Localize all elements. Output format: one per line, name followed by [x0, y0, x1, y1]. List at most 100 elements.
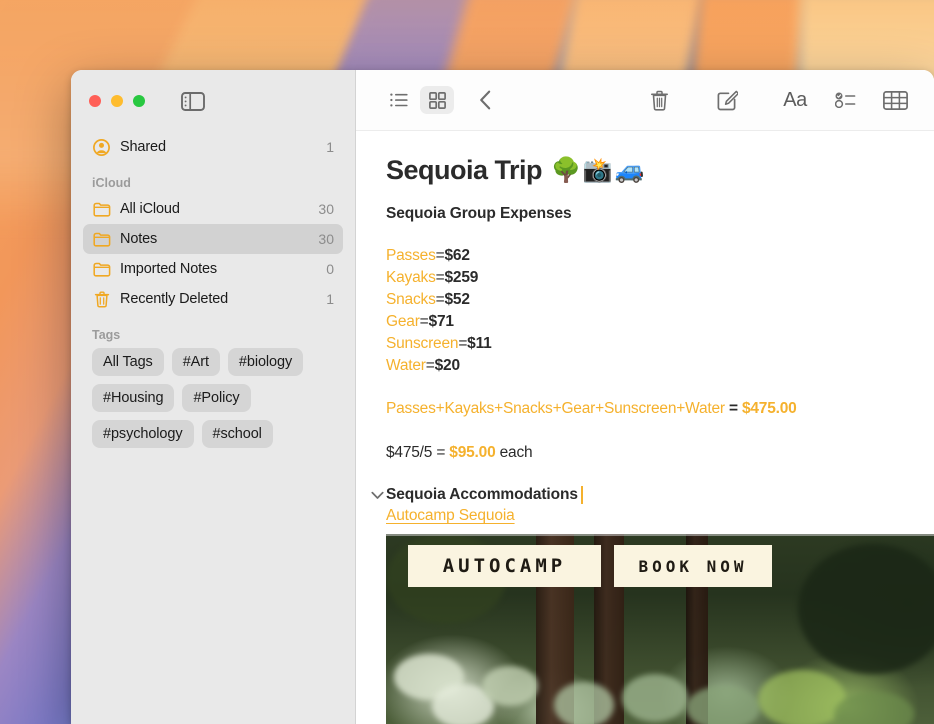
note-content-pane: Aa Sequoia Trip 🌳📸🚙 Sequoia Group Expens…: [356, 70, 934, 724]
division-suffix: each: [499, 444, 533, 461]
sidebar-item-count: 1: [326, 139, 334, 155]
expense-row: Passes=$62: [386, 245, 908, 267]
note-title-emoji: 🌳📸🚙: [551, 157, 647, 184]
minimize-button[interactable]: [111, 95, 123, 107]
expense-amount: $20: [434, 357, 460, 374]
tag-biology[interactable]: #biology: [227, 348, 304, 376]
expense-sep: =: [435, 247, 445, 264]
sum-equals: =: [728, 400, 738, 417]
sidebar-section-tags: Tags: [92, 328, 121, 342]
sidebar-item-count: 30: [318, 231, 334, 247]
expense-amount: $259: [444, 269, 479, 286]
sidebar-item-label: Recently Deleted: [120, 291, 229, 307]
tag-list: All Tags #Art #biology #Housing #Policy …: [83, 346, 343, 448]
expense-list: Passes=$62 Kayaks=$259 Snacks=$52 Gear=$…: [386, 245, 908, 377]
folder-icon: [92, 200, 111, 219]
expense-sep: =: [419, 313, 429, 330]
expense-amount: $62: [444, 247, 470, 264]
text-cursor: [580, 486, 583, 504]
window-titlebar: [71, 70, 355, 132]
sidebar-item-count: 30: [318, 201, 334, 217]
division-line: $475/5 = $95.00 each: [386, 442, 908, 464]
expense-amount: $52: [444, 291, 470, 308]
gallery-view-icon[interactable]: [420, 86, 454, 114]
division-expression: $475/5: [386, 444, 433, 461]
note-subtitle: Sequoia Group Expenses: [386, 205, 572, 222]
expense-name: Sunscreen: [386, 335, 459, 352]
tag-policy[interactable]: #Policy: [182, 384, 251, 412]
division-equals: =: [436, 444, 446, 461]
book-now-button-overlay[interactable]: BOOK NOW: [614, 545, 772, 587]
expense-sep: =: [435, 269, 445, 286]
expense-amount: $11: [467, 335, 492, 352]
chevron-left-icon[interactable]: [468, 86, 502, 114]
folder-icon: [92, 260, 111, 279]
sum-result: $475.00: [741, 400, 797, 417]
foliage-blob: [482, 666, 538, 706]
zoom-button[interactable]: [133, 95, 145, 107]
format-aa-label: Aa: [783, 88, 807, 111]
foliage-blob: [686, 686, 760, 724]
note-title-text: Sequoia Trip: [386, 155, 543, 185]
expense-name: Passes: [386, 247, 436, 264]
sidebar-item-recently-deleted[interactable]: Recently Deleted 1: [83, 284, 343, 314]
trash-icon[interactable]: [642, 86, 676, 114]
notes-app-window: Shared 1 iCloud All iCloud 30 Notes 30 I…: [71, 70, 934, 724]
sidebar: Shared 1 iCloud All iCloud 30 Notes 30 I…: [71, 70, 356, 724]
expense-name: Kayaks: [386, 269, 436, 286]
sum-formula-line: Passes+Kayaks+Snacks+Gear+Sunscreen+Wate…: [386, 398, 908, 420]
note-body[interactable]: Sequoia Trip 🌳📸🚙 Sequoia Group Expenses …: [356, 131, 934, 724]
foliage-blob: [622, 674, 688, 722]
note-text-area[interactable]: Sequoia Trip 🌳📸🚙 Sequoia Group Expenses …: [356, 155, 934, 525]
compose-note-icon[interactable]: [710, 86, 744, 114]
list-view-icon[interactable]: [382, 86, 416, 114]
trash-icon: [92, 290, 111, 309]
tag-art[interactable]: #Art: [171, 348, 220, 376]
sidebar-scroll-area[interactable]: Shared 1 iCloud All iCloud 30 Notes 30 I…: [71, 132, 355, 724]
attachment-top-edge: [386, 534, 934, 536]
table-icon[interactable]: [878, 86, 912, 114]
sidebar-item-label: Notes: [120, 231, 158, 247]
tag-school[interactable]: #school: [201, 420, 273, 448]
expense-sep: =: [425, 357, 435, 374]
link-row: Autocamp Sequoia: [386, 507, 908, 525]
expense-sep: =: [458, 335, 468, 352]
chevron-down-icon[interactable]: [368, 486, 386, 504]
sidebar-item-imported-notes[interactable]: Imported Notes 0: [83, 254, 343, 284]
tag-housing[interactable]: #Housing: [92, 384, 175, 412]
attachment-image-preview[interactable]: AUTOCAMP BOOK NOW: [386, 534, 934, 724]
expense-name: Snacks: [386, 291, 436, 308]
close-button[interactable]: [89, 95, 101, 107]
expense-row: Snacks=$52: [386, 289, 908, 311]
expense-row: Gear=$71: [386, 311, 908, 333]
sum-formula: Passes+Kayaks+Snacks+Gear+Sunscreen+Wate…: [386, 400, 725, 417]
expense-sep: =: [435, 291, 445, 308]
sidebar-item-shared[interactable]: Shared 1: [83, 132, 343, 162]
checklist-icon[interactable]: [828, 86, 862, 114]
division-result: $95.00: [449, 444, 496, 461]
shared-person-icon: [92, 138, 111, 157]
sidebar-section-icloud: iCloud: [92, 176, 131, 190]
foliage-blob: [758, 670, 846, 724]
expense-name: Water: [386, 357, 426, 374]
autocamp-sequoia-link[interactable]: Autocamp Sequoia: [386, 507, 515, 524]
sidebar-item-label: All iCloud: [120, 201, 180, 217]
sidebar-item-count: 1: [326, 291, 334, 307]
expense-name: Gear: [386, 313, 420, 330]
expense-row: Water=$20: [386, 355, 908, 377]
sidebar-item-label: Shared: [120, 139, 166, 155]
toolbar: Aa: [356, 70, 934, 131]
sidebar-item-count: 0: [326, 261, 334, 277]
expense-amount: $71: [428, 313, 454, 330]
sidebar-toggle-icon[interactable]: [181, 91, 205, 111]
folder-icon: [92, 230, 111, 249]
sidebar-item-all-icloud[interactable]: All iCloud 30: [83, 194, 343, 224]
collapsible-section-header[interactable]: Sequoia Accommodations: [368, 486, 908, 504]
expense-row: Sunscreen=$11: [386, 333, 908, 355]
autocamp-logo-overlay[interactable]: AUTOCAMP: [408, 545, 601, 587]
tag-all-tags[interactable]: All Tags: [92, 348, 164, 376]
foliage-blob: [554, 682, 614, 724]
sidebar-item-notes[interactable]: Notes 30: [83, 224, 343, 254]
format-aa-icon[interactable]: Aa: [778, 86, 812, 114]
tag-psychology[interactable]: #psychology: [92, 420, 194, 448]
